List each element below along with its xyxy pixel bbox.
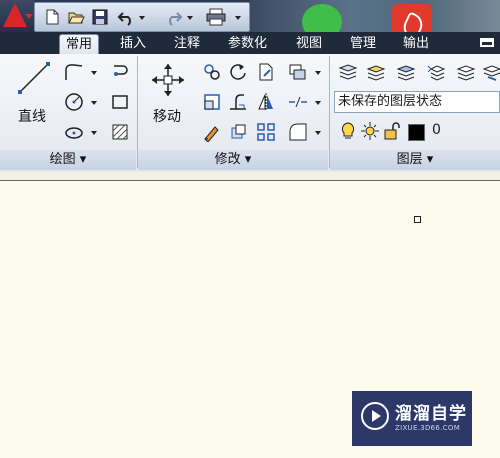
layer-freeze-icon[interactable] bbox=[396, 62, 416, 82]
save-icon[interactable] bbox=[91, 8, 109, 26]
layer-on-icon[interactable] bbox=[366, 62, 386, 82]
lightbulb-icon[interactable] bbox=[338, 121, 358, 141]
modify-panel-label: 修改 bbox=[214, 152, 241, 167]
ribbon-tab-bar: 常用 插入 注释 参数化 视图 管理 输出 bbox=[0, 32, 500, 55]
plot-icon[interactable] bbox=[205, 8, 227, 26]
copy-icon[interactable] bbox=[202, 62, 222, 82]
erase-icon[interactable] bbox=[202, 122, 222, 142]
explode-icon[interactable] bbox=[228, 122, 248, 142]
draw-panel-label: 绘图 bbox=[49, 152, 76, 167]
stretch-icon[interactable] bbox=[202, 92, 222, 112]
watermark: 溜溜自学 ZIXUE.3D66.COM bbox=[352, 391, 472, 446]
play-logo-icon bbox=[361, 402, 389, 430]
tab-annotate[interactable]: 注释 bbox=[168, 34, 206, 54]
autocad-logo-icon bbox=[3, 3, 27, 27]
minimize-ribbon-icon[interactable] bbox=[480, 38, 494, 47]
polyline-icon[interactable] bbox=[64, 62, 84, 82]
green-app-icon bbox=[302, 4, 342, 32]
draw-panel-title[interactable]: 绘图 ▾ bbox=[0, 150, 136, 170]
red-app-icon bbox=[392, 4, 432, 32]
tab-parametric[interactable]: 参数化 bbox=[222, 34, 273, 54]
layer-match-icon[interactable] bbox=[482, 62, 500, 82]
open-file-icon[interactable] bbox=[67, 8, 85, 26]
circle-icon[interactable] bbox=[64, 92, 84, 112]
layer-state-dropdown[interactable]: 未保存的图层状态 bbox=[334, 91, 500, 113]
quick-access-toolbar bbox=[34, 2, 250, 32]
undo-dropdown-icon[interactable] bbox=[139, 16, 145, 20]
chevron-down-icon bbox=[25, 14, 33, 19]
tab-home[interactable]: 常用 bbox=[59, 34, 100, 55]
break-icon[interactable] bbox=[288, 92, 308, 112]
layers-panel-label: 图层 bbox=[396, 152, 423, 167]
circle-dropdown-icon[interactable] bbox=[91, 101, 97, 105]
layer-walk-icon[interactable] bbox=[456, 62, 476, 82]
current-layer-name[interactable]: 0 bbox=[432, 122, 441, 138]
modify-panel-title[interactable]: 修改 ▾ bbox=[138, 150, 328, 170]
tab-view[interactable]: 视图 bbox=[290, 34, 328, 54]
polyline-dropdown-icon[interactable] bbox=[91, 71, 97, 75]
tab-output[interactable]: 输出 bbox=[397, 34, 435, 54]
rotate-icon[interactable] bbox=[228, 62, 248, 82]
layers-panel-title[interactable]: 图层 ▾ bbox=[330, 150, 500, 170]
ellipse-icon[interactable] bbox=[64, 122, 84, 142]
hatch-icon[interactable] bbox=[110, 122, 130, 142]
layer-isolate-icon[interactable] bbox=[426, 62, 446, 82]
line-label[interactable]: 直线 bbox=[18, 106, 46, 126]
redo-icon[interactable] bbox=[165, 8, 183, 26]
mirror-icon[interactable] bbox=[256, 92, 276, 112]
ribbon-bottom-edge bbox=[0, 172, 500, 181]
application-menu-button[interactable] bbox=[0, 0, 34, 32]
ellipse-dropdown-icon[interactable] bbox=[91, 131, 97, 135]
line-icon[interactable] bbox=[16, 60, 52, 96]
trim-icon[interactable] bbox=[256, 62, 276, 82]
chamfer-icon[interactable] bbox=[288, 122, 308, 142]
pickbox-cursor bbox=[414, 216, 421, 223]
draw-order-icon[interactable] bbox=[288, 62, 308, 82]
redo-dropdown-icon[interactable] bbox=[187, 16, 193, 20]
draw-order-dropdown-icon[interactable] bbox=[315, 71, 321, 75]
move-label[interactable]: 移动 bbox=[153, 106, 181, 126]
tab-insert[interactable]: 插入 bbox=[114, 34, 152, 54]
arc-icon[interactable] bbox=[110, 62, 130, 82]
array-icon[interactable] bbox=[256, 122, 276, 142]
customize-toolbar-icon[interactable] bbox=[235, 16, 241, 20]
layer-color-swatch[interactable] bbox=[408, 124, 425, 141]
new-file-icon[interactable] bbox=[43, 8, 61, 26]
undo-icon[interactable] bbox=[117, 8, 135, 26]
fillet-icon[interactable] bbox=[228, 92, 248, 112]
sun-icon[interactable] bbox=[360, 121, 380, 141]
rectangle-icon[interactable] bbox=[110, 92, 130, 112]
ribbon: 直线 绘图 ▾ 移动 修改 ▾ 未保存的图层状态 0 图层 ▾ bbox=[0, 54, 500, 173]
watermark-title: 溜溜自学 bbox=[395, 404, 467, 424]
watermark-url: ZIXUE.3D66.COM bbox=[395, 424, 461, 432]
break-dropdown-icon[interactable] bbox=[315, 101, 321, 105]
layer-properties-icon[interactable] bbox=[338, 62, 358, 82]
tab-manage[interactable]: 管理 bbox=[344, 34, 382, 54]
desktop-background bbox=[250, 0, 500, 32]
chamfer-dropdown-icon[interactable] bbox=[315, 131, 321, 135]
unlock-icon[interactable] bbox=[382, 121, 402, 141]
move-icon[interactable] bbox=[150, 62, 186, 98]
